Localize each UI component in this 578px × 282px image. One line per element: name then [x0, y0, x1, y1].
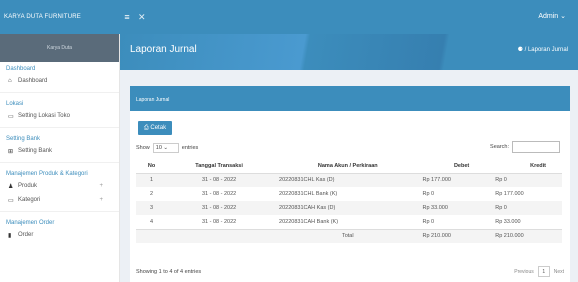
- sidebar-item-label: Kategori: [18, 197, 41, 203]
- show-entries: Show 10 ⌄ entries: [136, 143, 198, 153]
- cell-empty: [136, 228, 168, 243]
- section-lokasi-title: Lokasi: [6, 101, 24, 107]
- page-header: Laporan Jurnal ⚈ / Laporan Jurnal: [120, 34, 578, 70]
- cell-date: 31 - 08 - 2022: [167, 173, 272, 187]
- divider: [0, 92, 119, 93]
- col-account-header[interactable]: Nama Akun / Perkiraan: [271, 159, 417, 174]
- cell-account: 20220831CHL Bank (K): [279, 191, 338, 197]
- table-info: Showing 1 to 4 of 4 entries: [136, 269, 202, 275]
- cell-date: 31 - 08 - 2022: [167, 201, 272, 215]
- section-order-title: Manajemen Order: [6, 220, 55, 226]
- plus-icon: +: [99, 183, 103, 189]
- sidebar-item-setting-lokasi[interactable]: ▭ Setting Lokasi Toko: [0, 109, 119, 123]
- sidebar-item-label: Order: [18, 232, 34, 238]
- col-no-header[interactable]: No: [136, 159, 168, 174]
- section-bank-title: Setting Bank: [6, 136, 41, 142]
- divider: [0, 162, 119, 163]
- box-title: Laporan Jurnal: [130, 89, 570, 111]
- menu-toggle-icon[interactable]: ≡: [120, 0, 134, 34]
- search-control: Search:: [490, 141, 560, 153]
- sidebar-item-setting-bank[interactable]: ⊞ Setting Bank: [0, 144, 119, 158]
- page-title: Laporan Jurnal: [130, 44, 197, 55]
- total-row: Total Rp 210.000 Rp 210.000: [136, 228, 562, 243]
- top-navbar: KARYA DUTA FURNITURE ≡ ✕ Admin ⌄: [0, 0, 578, 34]
- cell-no: 4: [150, 218, 154, 225]
- monitor-icon: ▭: [8, 197, 14, 204]
- cell-debet: Rp 0: [422, 218, 435, 225]
- section-dashboard-title: Dashboard: [6, 66, 36, 72]
- sidebar-item-label: Dashboard: [18, 78, 48, 84]
- cell-kredit: Rp 0: [489, 201, 562, 215]
- user-panel: Karya Duta: [0, 34, 119, 62]
- sidebar-item-kategori[interactable]: ▭ Kategori +: [0, 193, 119, 207]
- cell-account: 20220831CHL Kas (D): [271, 173, 417, 187]
- journal-table: No Tanggal Transaksi Nama Akun / Perkira…: [136, 159, 562, 243]
- print-label: Cetak: [150, 125, 167, 131]
- sidebar-item-label: Produk: [18, 183, 38, 189]
- page-1-button[interactable]: 1: [537, 266, 550, 277]
- cell-debet: Rp 0: [422, 191, 435, 197]
- sidebar-item-label: Setting Bank: [18, 148, 53, 154]
- cell-kredit: Rp 33.000: [495, 218, 521, 225]
- sidebar-item-label: Setting Lokasi Toko: [18, 113, 70, 119]
- entries-label: entries: [181, 145, 199, 151]
- cell-date: 31 - 08 - 2022: [201, 191, 237, 197]
- user-panel-label: Karya Duta: [46, 45, 72, 51]
- search-label: Search:: [490, 144, 509, 150]
- expand-icon[interactable]: ✕: [138, 12, 146, 23]
- monitor-icon: ▭: [8, 113, 14, 120]
- next-button[interactable]: Next: [554, 269, 564, 275]
- users-icon: ♟: [8, 183, 14, 190]
- table-row: 2 31 - 08 - 2022 20220831CHL Bank (K) Rp…: [136, 187, 562, 201]
- bank-icon: ⊞: [8, 148, 14, 155]
- divider: [0, 211, 119, 212]
- cell-no: 1: [136, 173, 168, 187]
- col-debet-header[interactable]: Debet: [416, 159, 490, 174]
- show-label: Show: [136, 145, 150, 151]
- sidebar-item-produk[interactable]: ♟ Produk +: [0, 179, 119, 193]
- cell-account: 20220831CAH Bank (K): [279, 218, 339, 225]
- home-icon: ⌂: [8, 78, 12, 84]
- section-produk-title: Manajemen Produk & Kategori: [6, 171, 88, 177]
- cell-date: 31 - 08 - 2022: [201, 218, 237, 225]
- sidebar-item-order[interactable]: ▮ Order: [0, 228, 119, 242]
- admin-label: Admin: [538, 13, 559, 20]
- cell-kredit: Rp 0: [489, 173, 562, 187]
- cell-account: 20220831CAH Kas (D): [271, 201, 417, 215]
- col-kredit-header[interactable]: Kredit: [489, 159, 562, 174]
- col-date-header[interactable]: Tanggal Transaksi: [167, 159, 272, 174]
- search-input[interactable]: [512, 141, 560, 153]
- total-label: Total: [271, 228, 417, 243]
- report-box: Laporan Jurnal ⎙ Cetak Show 10 ⌄ entries…: [130, 86, 570, 282]
- table-row: 4 31 - 08 - 2022 20220831CAH Bank (K) Rp…: [136, 215, 562, 229]
- dashboard-icon: ⚈: [517, 47, 523, 53]
- doc-icon: ▮: [8, 232, 12, 239]
- plus-icon: +: [99, 197, 103, 203]
- entries-value: 10: [155, 145, 162, 151]
- divider: [0, 127, 119, 128]
- cell-no: 2: [150, 191, 154, 197]
- pagination: Previous 1 Next: [514, 266, 564, 277]
- table-header-row: No Tanggal Transaksi Nama Akun / Perkira…: [136, 159, 562, 174]
- print-icon: ⎙: [143, 124, 149, 131]
- entries-select[interactable]: 10 ⌄: [152, 143, 179, 153]
- total-debet: Rp 210.000: [416, 228, 490, 243]
- table-row: 1 31 - 08 - 2022 20220831CHL Kas (D) Rp …: [136, 173, 562, 187]
- breadcrumb[interactable]: ⚈ / Laporan Jurnal: [518, 46, 568, 53]
- table-row: 3 31 - 08 - 2022 20220831CAH Kas (D) Rp …: [136, 201, 562, 215]
- brand-logo[interactable]: KARYA DUTA FURNITURE: [0, 0, 120, 34]
- cell-kredit: Rp 177.000: [495, 191, 524, 197]
- cell-empty: [167, 228, 272, 243]
- previous-button[interactable]: Previous: [514, 269, 533, 275]
- print-button[interactable]: ⎙ Cetak: [138, 121, 172, 135]
- total-kredit: Rp 210.000: [489, 228, 562, 243]
- cell-debet: Rp 33.000: [416, 201, 490, 215]
- admin-menu[interactable]: Admin ⌄: [538, 12, 566, 20]
- breadcrumb-label: / Laporan Jurnal: [524, 47, 568, 53]
- sidebar-item-dashboard[interactable]: ⌂ Dashboard: [0, 74, 119, 88]
- main-content: Laporan Jurnal ⎙ Cetak Show 10 ⌄ entries…: [120, 70, 578, 282]
- cell-debet: Rp 177.000: [416, 173, 490, 187]
- sidebar: Karya Duta Dashboard ⌂ Dashboard Lokasi …: [0, 34, 120, 282]
- cell-no: 3: [136, 201, 168, 215]
